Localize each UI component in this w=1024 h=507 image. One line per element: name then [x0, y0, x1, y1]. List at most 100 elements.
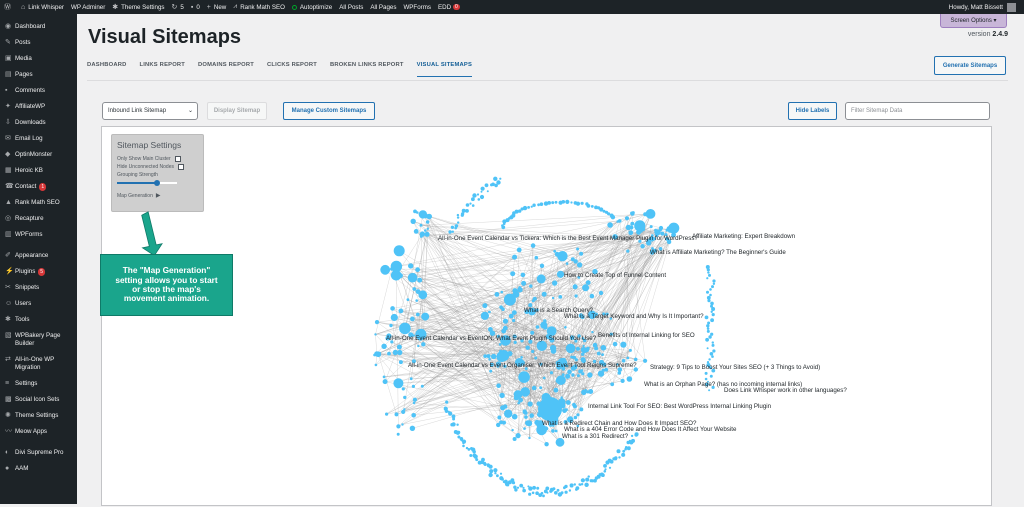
- graph-node[interactable]: [706, 291, 709, 294]
- adminbar-comments[interactable]: ▪0: [191, 4, 200, 11]
- graph-node[interactable]: [591, 331, 593, 333]
- graph-node[interactable]: [634, 433, 638, 437]
- graph-node[interactable]: [553, 250, 556, 253]
- graph-node[interactable]: [491, 354, 496, 359]
- graph-node[interactable]: [497, 351, 508, 362]
- graph-node[interactable]: [390, 267, 394, 271]
- graph-node[interactable]: [411, 413, 416, 418]
- graph-node[interactable]: [383, 376, 386, 379]
- graph-node[interactable]: [522, 489, 526, 493]
- graph-node[interactable]: [518, 286, 521, 289]
- graph-node[interactable]: [570, 484, 574, 488]
- graph-node[interactable]: [511, 429, 513, 431]
- graph-node[interactable]: [412, 385, 415, 388]
- graph-node[interactable]: [710, 333, 713, 336]
- graph-node[interactable]: [465, 209, 469, 213]
- graph-node[interactable]: [618, 371, 622, 375]
- graph-node[interactable]: [527, 206, 530, 209]
- graph-node[interactable]: [627, 376, 633, 382]
- graph-node[interactable]: [419, 210, 427, 218]
- graph-node[interactable]: [482, 303, 487, 308]
- graph-node[interactable]: [620, 342, 626, 348]
- graph-node[interactable]: [590, 479, 593, 482]
- graph-node[interactable]: [531, 243, 536, 248]
- graph-node[interactable]: [375, 364, 378, 367]
- graph-node[interactable]: [565, 200, 569, 204]
- graph-node[interactable]: [562, 358, 565, 361]
- graph-node[interactable]: [604, 470, 607, 473]
- graph-node[interactable]: [519, 484, 523, 488]
- graph-node[interactable]: [575, 294, 578, 297]
- graph-node[interactable]: [618, 456, 620, 458]
- graph-node[interactable]: [540, 264, 544, 268]
- graph-node[interactable]: [569, 489, 571, 491]
- graph-node[interactable]: [420, 235, 423, 238]
- graph-node[interactable]: [562, 200, 566, 204]
- graph-node[interactable]: [522, 487, 524, 489]
- graph-node[interactable]: [374, 333, 376, 335]
- graph-node[interactable]: [646, 209, 656, 219]
- graph-node[interactable]: [494, 472, 496, 474]
- graph-node[interactable]: [399, 309, 404, 314]
- graph-node[interactable]: [532, 299, 535, 302]
- graph-node[interactable]: [564, 326, 567, 329]
- graph-node[interactable]: [712, 349, 715, 352]
- graph-node[interactable]: [610, 382, 614, 386]
- graph-node[interactable]: [601, 345, 607, 351]
- graph-node[interactable]: [576, 248, 579, 251]
- graph-node[interactable]: [532, 386, 537, 391]
- graph-node[interactable]: [602, 369, 605, 372]
- grouping-strength-slider[interactable]: [117, 180, 177, 186]
- graph-node[interactable]: [577, 262, 582, 267]
- graph-node[interactable]: [562, 373, 565, 376]
- graph-node[interactable]: [605, 460, 609, 464]
- graph-node[interactable]: [627, 441, 630, 444]
- graph-node[interactable]: [611, 215, 615, 219]
- graph-node[interactable]: [472, 193, 476, 197]
- graph-node[interactable]: [534, 420, 539, 425]
- graph-node[interactable]: [536, 325, 540, 329]
- sitemap-canvas[interactable]: All-in-One Event Calendar vs Tickera: Wh…: [101, 126, 992, 506]
- graph-node[interactable]: [487, 190, 489, 192]
- graph-node[interactable]: [524, 411, 528, 415]
- node-label[interactable]: How to Create Top of Funnel Content: [564, 272, 666, 279]
- graph-node[interactable]: [529, 413, 534, 418]
- graph-node[interactable]: [576, 347, 580, 351]
- sidebar-item-optinmonster[interactable]: ◆OptinMonster: [0, 147, 77, 163]
- graph-node[interactable]: [626, 357, 629, 360]
- graph-node[interactable]: [489, 469, 493, 473]
- graph-node[interactable]: [550, 371, 553, 374]
- graph-node[interactable]: [523, 206, 527, 210]
- sidebar-item-contact[interactable]: ☎Contact1: [0, 179, 77, 195]
- graph-node[interactable]: [523, 427, 526, 430]
- graph-node[interactable]: [555, 430, 558, 433]
- graph-node[interactable]: [566, 262, 569, 265]
- graph-node[interactable]: [481, 458, 485, 462]
- graph-node[interactable]: [557, 251, 567, 261]
- graph-node[interactable]: [585, 478, 589, 482]
- graph-node[interactable]: [563, 486, 566, 489]
- graph-node[interactable]: [478, 198, 481, 201]
- manage-custom-sitemaps-button[interactable]: Manage Custom Sitemaps: [283, 102, 375, 120]
- graph-node[interactable]: [448, 230, 451, 233]
- graph-node[interactable]: [487, 354, 491, 358]
- graph-node[interactable]: [587, 372, 592, 377]
- graph-node[interactable]: [708, 274, 711, 277]
- sitemap-graph[interactable]: All-in-One Event Calendar vs Tickera: Wh…: [102, 127, 993, 507]
- graph-node[interactable]: [503, 319, 508, 324]
- graph-node[interactable]: [578, 483, 580, 485]
- graph-node[interactable]: [654, 229, 657, 232]
- graph-node[interactable]: [520, 356, 523, 359]
- graph-node[interactable]: [590, 294, 595, 299]
- sidebar-item-comments[interactable]: ▪Comments: [0, 83, 77, 99]
- graph-node[interactable]: [517, 487, 519, 489]
- graph-node[interactable]: [574, 416, 578, 420]
- graph-node[interactable]: [493, 177, 497, 181]
- graph-node[interactable]: [455, 224, 459, 228]
- sidebar-item-divi-supreme-pro[interactable]: ◐Divi Supreme Pro: [0, 445, 77, 461]
- graph-node[interactable]: [477, 193, 479, 195]
- graph-node[interactable]: [668, 223, 679, 234]
- graph-node[interactable]: [512, 319, 515, 322]
- graph-node[interactable]: [488, 311, 491, 314]
- graph-node[interactable]: [535, 491, 539, 495]
